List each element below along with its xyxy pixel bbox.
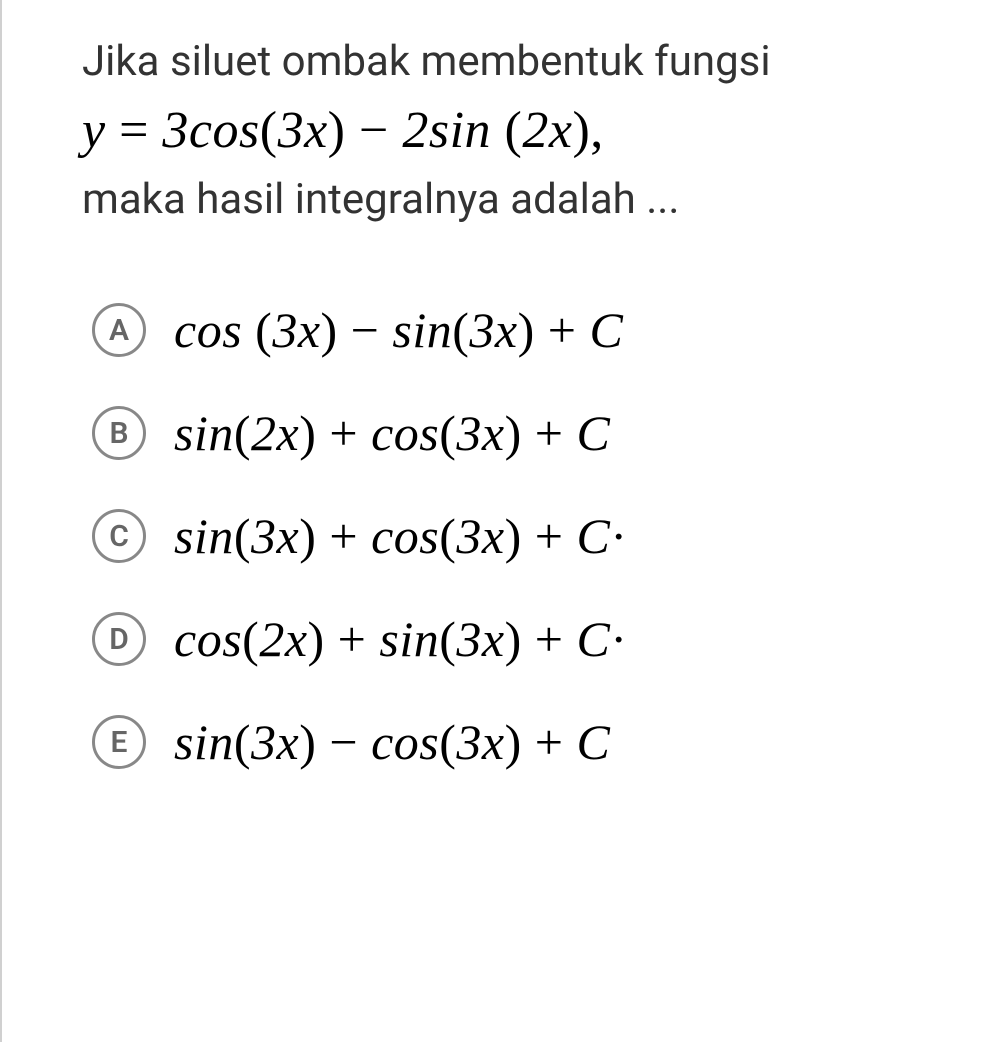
option-marker-a: A [92, 303, 146, 357]
question-tail: maka hasil integralnya adalah ... [82, 168, 934, 231]
option-math-a: cos (3x) − sin(3x) + C [174, 301, 623, 359]
options-list: A cos (3x) − sin(3x) + C B sin(2x) + cos… [82, 301, 934, 771]
question-equation: y = 3cos(3x) − 2sin (2x), [82, 101, 934, 160]
option-marker-d: D [92, 612, 146, 666]
option-math-e: sin(3x) − cos(3x) + C [174, 713, 610, 771]
option-marker-e: E [92, 715, 146, 769]
option-d[interactable]: D cos(2x) + sin(3x) + C· [92, 610, 934, 668]
option-a[interactable]: A cos (3x) − sin(3x) + C [92, 301, 934, 359]
option-e[interactable]: E sin(3x) − cos(3x) + C [92, 713, 934, 771]
option-c[interactable]: C sin(3x) + cos(3x) + C· [92, 507, 934, 565]
option-marker-b: B [92, 406, 146, 460]
option-marker-c: C [92, 509, 146, 563]
option-b[interactable]: B sin(2x) + cos(3x) + C [92, 404, 934, 462]
option-math-d: cos(2x) + sin(3x) + C· [174, 610, 627, 668]
question-intro: Jika siluet ombak membentuk fungsi [82, 30, 934, 93]
option-math-c: sin(3x) + cos(3x) + C· [174, 507, 627, 565]
option-math-b: sin(2x) + cos(3x) + C [174, 404, 610, 462]
